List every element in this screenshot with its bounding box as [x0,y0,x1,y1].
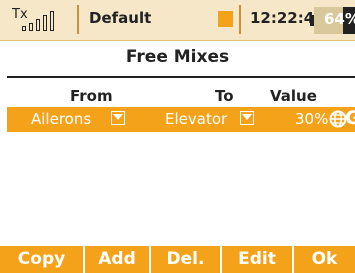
signal-bar-2 [29,23,33,31]
status-separator [77,5,79,34]
edit-button[interactable]: Edit [222,246,292,273]
battery-percent: 64% [324,10,355,28]
free-mixes-screen: Tx Default 12:22:49 64% Free Mixes From … [0,0,355,273]
dropdown-arrow-icon[interactable] [111,111,125,125]
battery-icon: 64% [310,7,355,34]
signal-bar-3 [36,19,40,31]
add-button[interactable]: Add [85,246,149,273]
status-square [218,11,233,27]
signal-bar-5 [50,11,54,31]
model-name: Default [89,9,152,27]
mix-row[interactable]: Ailerons Elevator 30% G [7,107,355,132]
global-letter: G [345,107,355,129]
column-header-to: To [215,87,234,105]
mix-to-value[interactable]: Elevator [165,110,227,128]
signal-bar-4 [43,15,47,31]
page-title: Free Mixes [125,47,230,67]
copy-button[interactable]: Copy [0,246,83,273]
signal-bar-1 [22,26,26,31]
softkey-bar: Copy Add Del. Edit Ok [0,246,355,273]
tx-label: Tx [12,7,28,22]
mix-value[interactable]: 30% [295,110,328,128]
battery-body: 64% [314,7,355,34]
status-bar: Tx Default 12:22:49 64% [0,0,355,41]
title-divider [7,76,355,78]
mix-from-value[interactable]: Ailerons [31,110,91,128]
status-separator [239,5,241,34]
dropdown-arrow-icon[interactable] [240,111,254,125]
delete-button[interactable]: Del. [151,246,220,273]
tx-signal-indicator: Tx [9,7,71,35]
ok-button[interactable]: Ok [294,246,355,273]
column-header-value: Value [270,87,317,105]
column-header-from: From [70,87,113,105]
